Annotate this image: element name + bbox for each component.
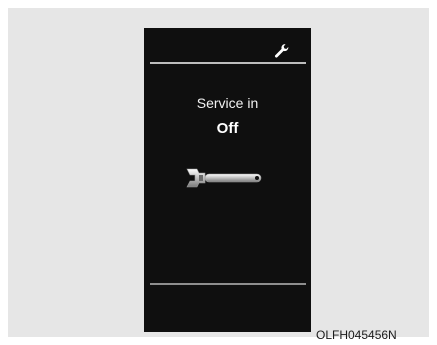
service-title: Service in [196, 95, 259, 111]
header-divider [150, 62, 306, 64]
wrench-icon [274, 44, 289, 58]
figure-caption: OLFH045456N [316, 328, 397, 342]
adjustable-wrench-icon [186, 168, 262, 188]
footer-divider [150, 283, 306, 285]
service-value: Off [216, 120, 239, 137]
